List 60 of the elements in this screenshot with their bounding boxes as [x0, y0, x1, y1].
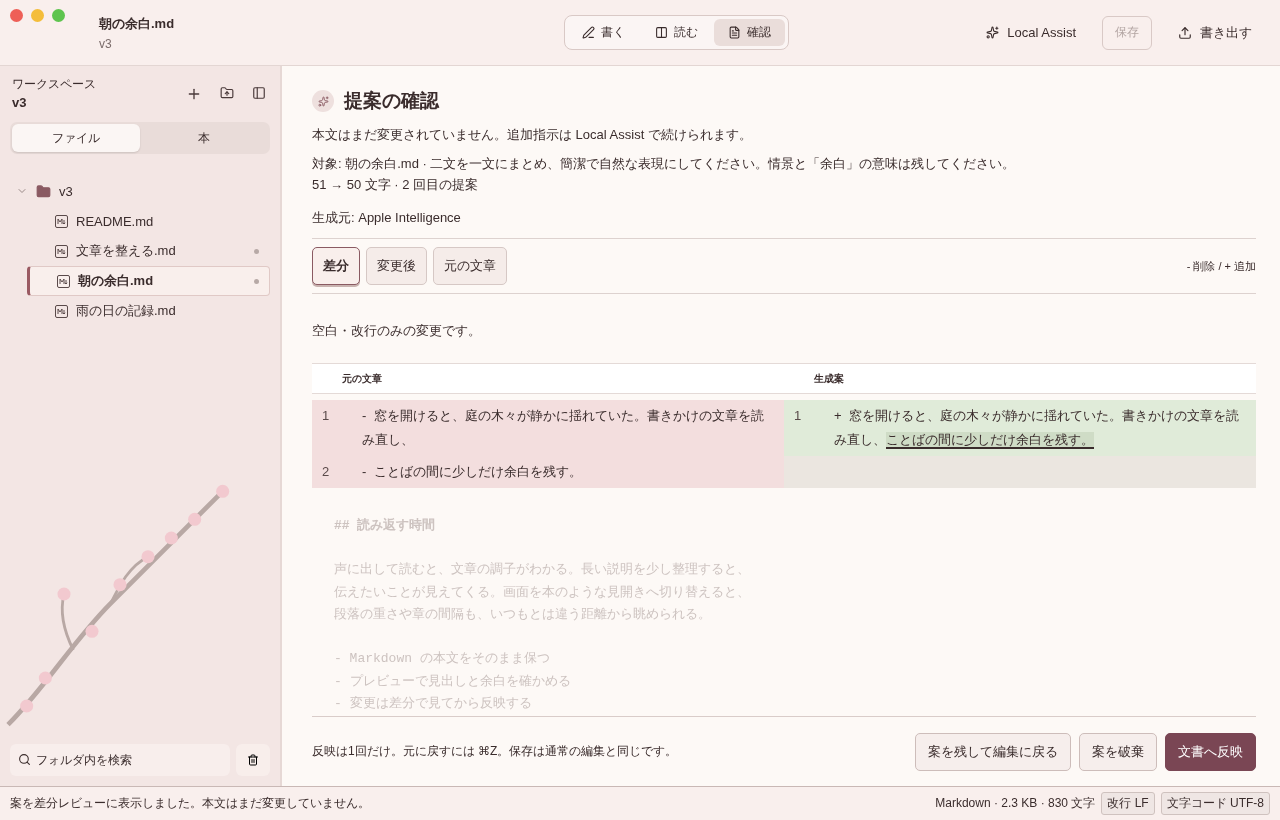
view-tab[interactable]: 差分	[312, 247, 360, 285]
workspace-caption: ワークスペース	[12, 76, 96, 93]
mode-tab[interactable]: 読む	[641, 19, 712, 46]
markdown-file-icon	[55, 304, 68, 318]
column-header: 元の文章	[341, 371, 383, 386]
mode-tab[interactable]: 確認	[714, 19, 785, 46]
review-title: 提案の確認	[344, 89, 439, 113]
assist-button[interactable]: Local Assist	[978, 19, 1084, 46]
diff-legend: - 削除 / + 追加	[1186, 258, 1256, 274]
status-badge: 文字コード UTF-8	[1160, 792, 1270, 815]
view-tab[interactable]: 元の文章	[433, 247, 507, 285]
segment-tab[interactable]: ファイル	[12, 124, 140, 152]
action-button[interactable]: 案を破棄	[1079, 732, 1157, 771]
sparkles-icon	[986, 26, 1000, 39]
footer-note: 反映は1回だけ。元に戻すには ⌘Z。保存は通常の編集と同じです。	[312, 743, 678, 760]
plus-icon	[186, 86, 202, 102]
folder-icon	[36, 183, 51, 199]
view-tab[interactable]: 変更後	[366, 247, 427, 285]
sparkles-icon	[312, 90, 334, 112]
export-button[interactable]: 書き出す	[1170, 17, 1260, 48]
markdown-file-icon	[55, 244, 68, 258]
window-title: 朝の余白.md	[99, 14, 175, 33]
folder-search-field[interactable]: フォルダ内を検索	[10, 744, 230, 776]
change-note: 空白・改行のみの変更です。	[312, 322, 482, 340]
file-name: 朝の余白.md	[78, 272, 154, 290]
status-message: 案を差分レビューに表示しました。本文はまだ変更していません。	[10, 795, 370, 812]
file-item[interactable]: 文章を整える.md	[27, 236, 270, 266]
close-button[interactable]	[10, 9, 23, 22]
sidebar-icon	[252, 86, 266, 100]
share-icon	[1178, 25, 1192, 40]
markdown-file-icon	[57, 274, 70, 288]
markdown-file-icon	[55, 214, 68, 228]
document-icon	[728, 26, 741, 39]
target-text: 対象: 朝の余白.md · 二文を一文にまとめ、簡潔で自然な表現にしてください。情景と「余白」の意味は残してください。	[312, 155, 1017, 173]
window-subtitle: v3	[99, 36, 113, 51]
notice-text: 本文はまだ変更されていません。追加指示は Local Assist で続けられます。	[312, 126, 753, 144]
workspace-name: v3	[12, 95, 28, 110]
file-item[interactable]: README.md	[27, 206, 270, 236]
file-name: 雨の日の記録.md	[76, 302, 176, 320]
mode-tab[interactable]: 書く	[568, 19, 639, 46]
folder-upload-icon	[220, 86, 234, 100]
folder-item[interactable]: v3	[10, 176, 270, 206]
file-name: 文章を整える.md	[76, 242, 176, 260]
segment-tab[interactable]: 本	[140, 124, 268, 152]
search-icon	[18, 753, 31, 766]
file-item[interactable]: 朝の余白.md	[27, 266, 270, 296]
status-badge: 改行 LF	[1101, 792, 1155, 815]
document-info: Markdown · 2.3 KB · 830 文字	[935, 795, 1096, 812]
columns-icon	[655, 26, 668, 39]
source-text: 生成元: Apple Intelligence	[312, 209, 462, 227]
file-item[interactable]: 雨の日の記録.md	[27, 296, 270, 326]
apply-button[interactable]: 文書へ反映	[1165, 732, 1256, 771]
folder-name: v3	[59, 183, 73, 199]
file-name: README.md	[76, 213, 154, 229]
column-header: 生成案	[813, 371, 845, 386]
stats-text: 51 → 50 文字 · 2 回目の提案	[312, 176, 480, 194]
pen-icon	[582, 26, 595, 39]
action-button[interactable]: 案を残して編集に戻る	[915, 732, 1071, 771]
trash-icon	[247, 754, 259, 766]
trash-button[interactable]	[236, 744, 270, 776]
